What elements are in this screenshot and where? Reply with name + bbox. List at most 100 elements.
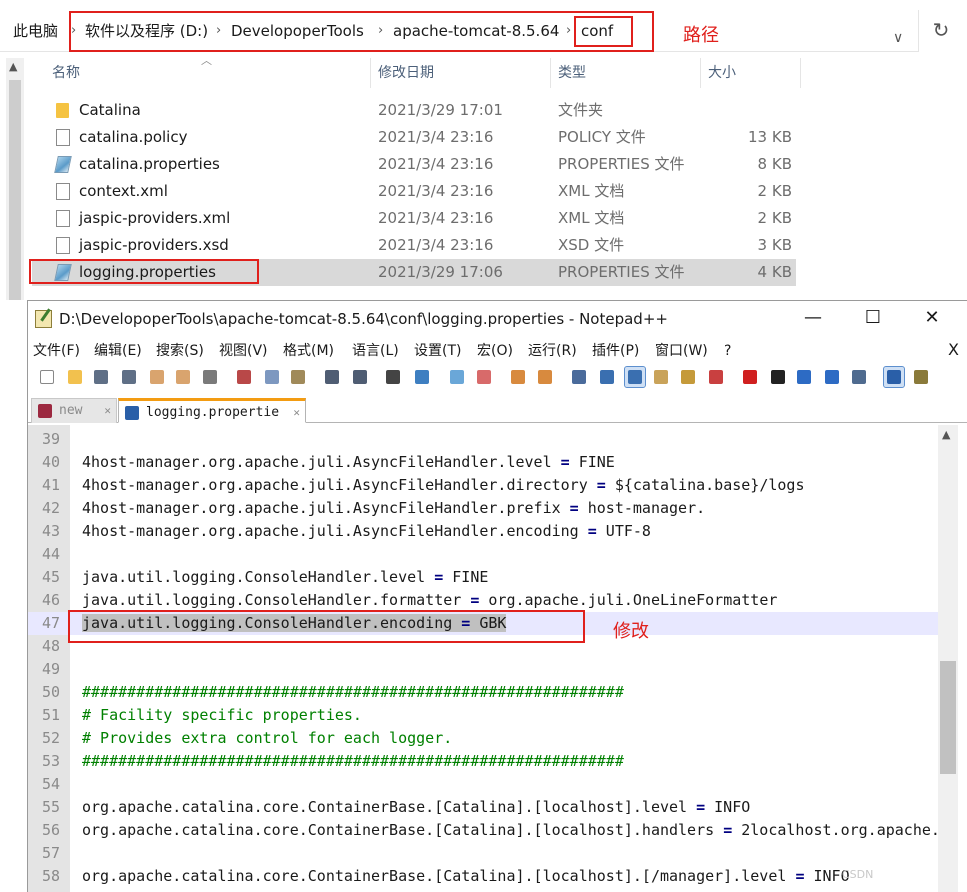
code-line[interactable]: 46 java.util.logging.ConsoleHandler.forma… [28, 589, 938, 612]
menu-help[interactable]: ? [724, 341, 731, 361]
menu-run[interactable]: 运行(R) [528, 341, 577, 361]
menu-search[interactable]: 搜索(S) [156, 341, 204, 361]
column-header-modified[interactable]: 修改日期 [378, 58, 434, 88]
column-divider[interactable] [800, 58, 801, 88]
close-button[interactable]: ✕ [917, 306, 947, 332]
find-icon[interactable] [383, 367, 403, 387]
code-line[interactable]: 51 # Facility specific properties. [28, 704, 938, 727]
equals-operator: = [587, 522, 597, 540]
cut-icon[interactable] [234, 367, 254, 387]
explorer-scrollbar[interactable]: ▲ [6, 58, 24, 300]
close-file-icon[interactable] [147, 367, 167, 387]
menu-window[interactable]: 窗口(W) [655, 341, 708, 361]
code-line[interactable]: 44 [28, 543, 938, 566]
run-macro-multiple-icon[interactable] [822, 367, 842, 387]
code-line[interactable]: 53 ######################################… [28, 750, 938, 773]
menu-plugins[interactable]: 插件(P) [592, 341, 639, 361]
record-macro-icon[interactable] [740, 367, 760, 387]
maximize-button[interactable]: ☐ [858, 306, 888, 332]
redo-icon[interactable] [350, 367, 370, 387]
column-header-size[interactable]: 大小 [708, 58, 736, 88]
sync-v-icon[interactable] [508, 367, 528, 387]
column-divider[interactable] [700, 58, 701, 88]
code-line[interactable]: 41 4host-manager.org.apache.juli.AsyncFil… [28, 474, 938, 497]
code-line[interactable]: 42 4host-manager.org.apache.juli.AsyncFil… [28, 497, 938, 520]
code-line[interactable]: 45 java.util.logging.ConsoleHandler.level… [28, 566, 938, 589]
file-row[interactable]: Catalina 2021/3/29 17:01 文件夹 [32, 97, 796, 124]
line-number: 52 [42, 729, 61, 747]
code-line[interactable]: 58 org.apache.catalina.core.ContainerBase… [28, 865, 938, 888]
copy-icon[interactable] [262, 367, 282, 387]
menu-macro[interactable]: 宏(O) [477, 341, 513, 361]
code-line[interactable]: 39 [28, 428, 938, 451]
scrollbar-thumb[interactable] [9, 80, 21, 300]
menu-format[interactable]: 格式(M) [283, 341, 334, 361]
close-document-button[interactable]: X [948, 340, 959, 360]
code-line[interactable]: 43 4host-manager.org.apache.juli.AsyncFil… [28, 520, 938, 543]
code-content: 4host-manager.org.apache.juli.AsyncFileH… [82, 499, 705, 517]
tab-new[interactable]: new ✕ [31, 398, 117, 423]
minimize-button[interactable]: — [798, 306, 828, 332]
doc-map-icon[interactable] [651, 367, 671, 387]
menu-view[interactable]: 视图(V) [219, 341, 268, 361]
column-header-name[interactable]: 名称 [52, 58, 80, 88]
code-line[interactable]: 55 org.apache.catalina.core.ContainerBase… [28, 796, 938, 819]
save-macro-icon[interactable] [849, 367, 869, 387]
property-key: org.apache.catalina.core.ContainerBase.[… [82, 821, 724, 839]
code-line[interactable]: 54 [28, 773, 938, 796]
play-macro-icon[interactable] [794, 367, 814, 387]
menu-edit[interactable]: 编辑(E) [94, 341, 142, 361]
close-icon[interactable]: ✕ [293, 401, 300, 424]
code-line[interactable]: 52 # Provides extra control for each logg… [28, 727, 938, 750]
tab-logging-properties[interactable]: logging.propertie ✕ [118, 398, 306, 423]
editor-scrollbar[interactable]: ▲ [938, 425, 958, 892]
scrollbar-thumb[interactable] [940, 661, 956, 774]
zoom-in-icon[interactable] [447, 367, 467, 387]
spell-check-icon[interactable] [883, 366, 905, 388]
replace-icon[interactable] [412, 367, 432, 387]
code-editor[interactable]: 39 40 4host-manager.org.apache.juli.AsyncF… [28, 425, 967, 892]
new-file-icon[interactable] [37, 367, 57, 387]
zoom-out-icon[interactable] [474, 367, 494, 387]
file-row[interactable]: catalina.properties 2021/3/4 23:16 PROPERT… [32, 151, 796, 178]
save-icon[interactable] [91, 367, 111, 387]
scroll-up-icon[interactable]: ▲ [942, 428, 950, 441]
scroll-up-icon[interactable]: ▲ [9, 60, 17, 73]
tab-settings-icon[interactable] [911, 367, 931, 387]
paste-icon[interactable] [288, 367, 308, 387]
stop-record-icon[interactable] [768, 367, 788, 387]
show-symbols-icon[interactable] [597, 367, 617, 387]
code-line[interactable]: 57 [28, 842, 938, 865]
function-list-icon[interactable] [678, 367, 698, 387]
file-row[interactable]: catalina.policy 2021/3/4 23:16 POLICY 文件 13… [32, 124, 796, 151]
close-icon[interactable]: ✕ [104, 399, 111, 422]
code-line[interactable]: 40 4host-manager.org.apache.juli.AsyncFil… [28, 451, 938, 474]
close-all-icon[interactable] [173, 367, 193, 387]
breadcrumb-this-pc[interactable]: 此电脑 [13, 20, 58, 42]
menu-settings[interactable]: 设置(T) [414, 341, 461, 361]
code-line[interactable]: 49 [28, 658, 938, 681]
column-divider[interactable] [550, 58, 551, 88]
indent-guide-icon[interactable] [624, 366, 646, 388]
chevron-down-icon[interactable]: ∨ [893, 30, 903, 46]
save-all-icon[interactable] [119, 367, 139, 387]
menu-file[interactable]: 文件(F) [33, 341, 80, 361]
file-icon [56, 237, 70, 254]
refresh-icon[interactable]: ↻ [918, 10, 963, 52]
file-row[interactable]: context.xml 2021/3/4 23:16 XML 文档 2 KB [32, 178, 796, 205]
column-header-type[interactable]: 类型 [558, 58, 586, 88]
close-all-icon-glyph [176, 370, 190, 384]
file-row[interactable]: jaspic-providers.xsd 2021/3/4 23:16 XSD 文件… [32, 232, 796, 259]
open-file-icon[interactable] [65, 367, 85, 387]
print-icon[interactable] [200, 367, 220, 387]
word-wrap-icon[interactable] [569, 367, 589, 387]
sync-h-icon[interactable] [535, 367, 555, 387]
title-bar[interactable]: D:\DevelopoperTools\apache-tomcat-8.5.64… [28, 301, 967, 337]
file-row[interactable]: jaspic-providers.xml 2021/3/4 23:16 XML 文档… [32, 205, 796, 232]
menu-language[interactable]: 语言(L) [352, 341, 399, 361]
folder-workspace-icon[interactable] [706, 367, 726, 387]
code-line[interactable]: 50 ######################################… [28, 681, 938, 704]
undo-icon[interactable] [322, 367, 342, 387]
column-divider[interactable] [370, 58, 371, 88]
code-line[interactable]: 56 org.apache.catalina.core.ContainerBase… [28, 819, 938, 842]
